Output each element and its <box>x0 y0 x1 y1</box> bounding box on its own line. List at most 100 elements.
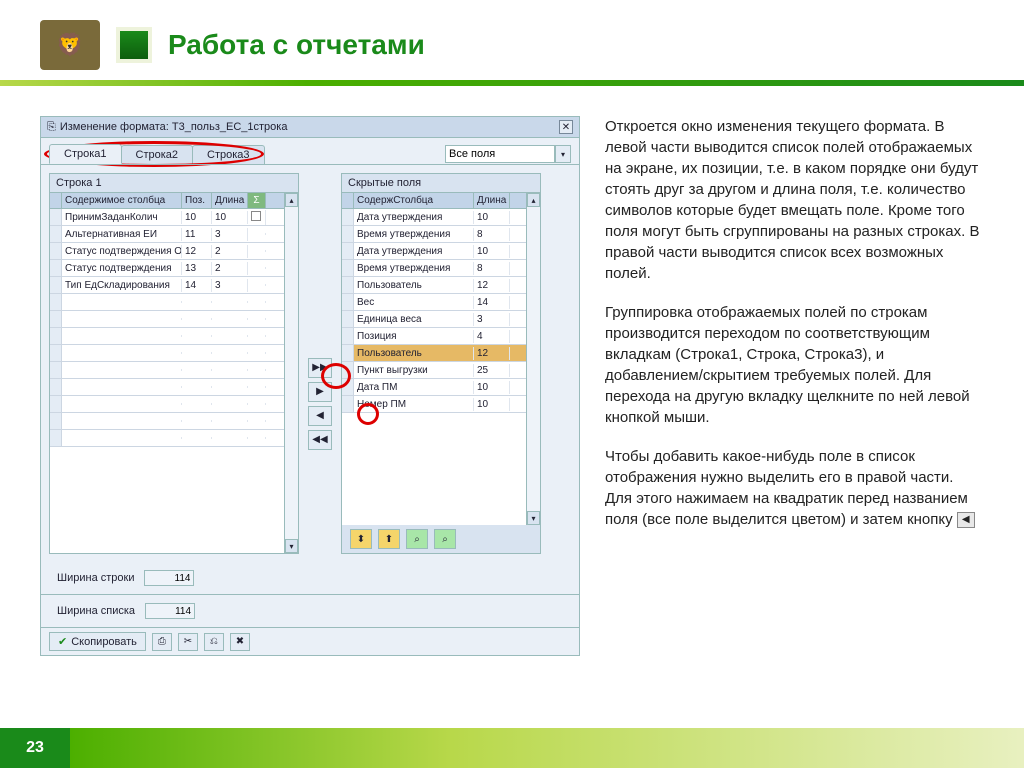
find-icon[interactable]: ⌕ <box>406 529 428 549</box>
table-row[interactable]: Дата ПМ10 <box>342 379 526 396</box>
table-row[interactable]: Пункт выгрузки25 <box>342 362 526 379</box>
cell-name <box>62 369 182 371</box>
col-len-r[interactable]: Длина <box>474 193 510 208</box>
row-handle[interactable] <box>342 379 354 395</box>
row-handle[interactable] <box>342 243 354 259</box>
cell-name: Пункт выгрузки <box>354 364 474 377</box>
table-row[interactable]: Статус подтверждения132 <box>50 260 284 277</box>
table-row[interactable] <box>50 345 284 362</box>
cell-len: 25 <box>474 364 510 377</box>
table-row[interactable] <box>50 430 284 447</box>
row-handle[interactable] <box>50 362 62 378</box>
row-handle[interactable] <box>342 362 354 378</box>
table-row[interactable]: ПринимЗаданКолич1010 <box>50 209 284 226</box>
table-row[interactable]: Позиция4 <box>342 328 526 345</box>
col-content[interactable]: Содержимое столбца <box>62 193 182 208</box>
table-row[interactable]: Дата утверждения10 <box>342 209 526 226</box>
row-handle[interactable] <box>50 396 62 412</box>
table-row[interactable]: Пользователь12 <box>342 345 526 362</box>
move-right-button[interactable]: ▶ <box>308 382 332 402</box>
all-fields-input[interactable] <box>445 145 555 163</box>
table-row[interactable]: Дата утверждения10 <box>342 243 526 260</box>
tab-row3[interactable]: Строка3 <box>192 145 265 164</box>
cell-name: Единица веса <box>354 313 474 326</box>
tab-row2[interactable]: Строка2 <box>121 145 194 164</box>
row-handle[interactable] <box>50 311 62 327</box>
row-handle[interactable] <box>50 243 62 259</box>
table-row[interactable]: Единица веса3 <box>342 311 526 328</box>
move-left-button[interactable]: ◀ <box>308 406 332 426</box>
table-row[interactable]: Пользователь12 <box>342 277 526 294</box>
sort-asc-icon[interactable]: ⬍ <box>350 529 372 549</box>
table-row[interactable]: Время утверждения8 <box>342 260 526 277</box>
row-handle[interactable] <box>342 328 354 344</box>
row-handle[interactable] <box>50 430 62 446</box>
table-row[interactable]: Время утверждения8 <box>342 226 526 243</box>
table-row[interactable]: Вес14 <box>342 294 526 311</box>
cell-name: Дата утверждения <box>354 211 474 224</box>
toolbar-icon-2[interactable]: ✂ <box>178 633 198 651</box>
table-row[interactable]: Тип ЕдСкладирования143 <box>50 277 284 294</box>
toolbar-icon-3[interactable]: ⎌ <box>204 633 224 651</box>
dropdown-icon[interactable]: ▾ <box>555 145 571 163</box>
row-handle[interactable] <box>50 294 62 310</box>
cell-pos <box>182 386 212 388</box>
toolbar-icon-1[interactable]: ⎙ <box>152 633 172 651</box>
square-logo <box>120 31 148 59</box>
close-icon[interactable]: ✕ <box>559 120 573 134</box>
tab-row1[interactable]: Строка1 <box>49 144 122 164</box>
col-content-r[interactable]: СодержСтолбца <box>354 193 474 208</box>
cell-sigma <box>248 301 266 303</box>
right-scrollbar[interactable]: ▴▾ <box>526 193 540 525</box>
row-handle[interactable] <box>50 328 62 344</box>
cell-name <box>62 403 182 405</box>
cell-len: 2 <box>212 262 248 275</box>
cell-len <box>212 352 248 354</box>
row-handle[interactable] <box>342 294 354 310</box>
col-sigma[interactable]: Σ <box>248 193 266 208</box>
row-handle[interactable] <box>342 226 354 242</box>
move-all-left-button[interactable]: ◀◀ <box>308 430 332 450</box>
cell-name: Пользователь <box>354 279 474 292</box>
row-handle[interactable] <box>50 209 62 225</box>
col-len[interactable]: Длина <box>212 193 248 208</box>
row-handle[interactable] <box>50 260 62 276</box>
cell-sigma <box>248 335 266 337</box>
window-titlebar: ⎘ Изменение формата: Т3_польз_ЕС_1строка… <box>41 117 579 138</box>
table-row[interactable] <box>50 413 284 430</box>
table-row[interactable] <box>50 328 284 345</box>
cell-pos: 10 <box>182 211 212 224</box>
row-handle[interactable] <box>50 379 62 395</box>
table-row[interactable] <box>50 294 284 311</box>
table-row[interactable]: Номер ПМ10 <box>342 396 526 413</box>
table-row[interactable] <box>50 362 284 379</box>
row-handle[interactable] <box>50 226 62 242</box>
table-row[interactable]: Альтернативная ЕИ113 <box>50 226 284 243</box>
copy-button[interactable]: ✔ Скопировать <box>49 632 146 651</box>
row-handle[interactable] <box>342 396 354 412</box>
col-pos[interactable]: Поз. <box>182 193 212 208</box>
table-row[interactable] <box>50 396 284 413</box>
left-scrollbar[interactable]: ▴▾ <box>284 193 298 553</box>
row-handle[interactable] <box>50 413 62 429</box>
cell-len: 10 <box>474 398 510 411</box>
row-handle[interactable] <box>50 345 62 361</box>
move-all-right-button[interactable]: ▶▶ <box>308 358 332 378</box>
width-list-input[interactable] <box>145 603 195 619</box>
row-handle[interactable] <box>342 260 354 276</box>
width-row-input[interactable] <box>144 570 194 586</box>
toolbar-icon-4[interactable]: ✖ <box>230 633 250 651</box>
row-handle[interactable] <box>342 311 354 327</box>
cell-len: 8 <box>474 228 510 241</box>
cell-pos <box>182 352 212 354</box>
width-row-label: Ширина строки <box>57 572 134 584</box>
row-handle[interactable] <box>50 277 62 293</box>
table-row[interactable] <box>50 311 284 328</box>
find-next-icon[interactable]: ⌕ <box>434 529 456 549</box>
row-handle[interactable] <box>342 345 354 361</box>
row-handle[interactable] <box>342 209 354 225</box>
table-row[interactable]: Статус подтверждения Отг122 <box>50 243 284 260</box>
table-row[interactable] <box>50 379 284 396</box>
row-handle[interactable] <box>342 277 354 293</box>
sort-desc-icon[interactable]: ⬆ <box>378 529 400 549</box>
